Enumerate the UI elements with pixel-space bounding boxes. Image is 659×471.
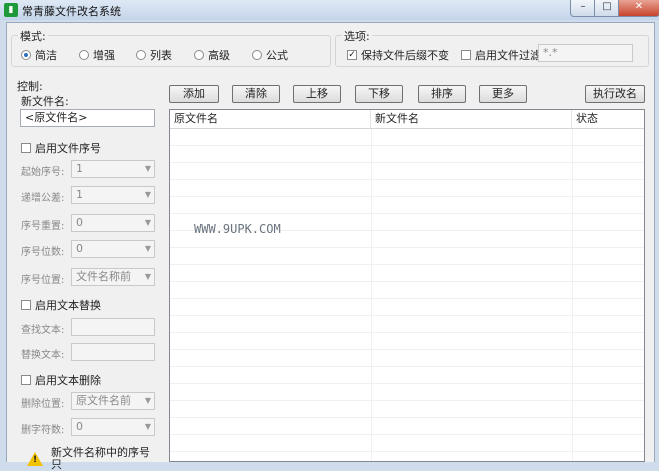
delete-pos-value: 原文件名前 — [76, 394, 131, 407]
dropdown-arrow-icon: ▼ — [144, 244, 151, 253]
file-list[interactable]: 原文件名 新文件名 状态 WWW.9UPK.COM — [169, 109, 645, 462]
mode-group-title: 模式: — [18, 28, 48, 44]
clear-button[interactable]: 清除 — [232, 85, 280, 103]
info-note: 新文件名称中的序号只 — [51, 446, 150, 471]
dropdown-arrow-icon: ▼ — [144, 190, 151, 199]
checkbox-icon — [21, 300, 31, 310]
radio-icon — [194, 50, 204, 60]
window-title: 常青藤文件改名系统 — [22, 5, 121, 18]
replace-text-input[interactable] — [71, 343, 155, 361]
find-text-label: 查找文本: — [21, 325, 65, 336]
reset-label: 序号重置: — [21, 221, 65, 232]
close-button[interactable]: ✕ — [618, 0, 659, 17]
mode-radio-enhanced[interactable]: 增强 — [79, 47, 115, 63]
move-down-button[interactable]: 下移 — [355, 85, 403, 103]
dropdown-arrow-icon: ▼ — [144, 272, 151, 281]
main-window: 模式: 简洁 增强 列表 高级 公式 选项: ✓ 保持文件后缀不变 启用文件过滤… — [6, 22, 655, 471]
step-label: 递增公差: — [21, 193, 65, 204]
radio-selected-icon — [21, 50, 31, 60]
more-button[interactable]: 更多 — [479, 85, 527, 103]
replace-label: 启用文本替换 — [35, 299, 101, 312]
list-header: 原文件名 新文件名 状态 — [170, 110, 644, 129]
step-value: 1 — [76, 188, 83, 201]
radio-icon — [252, 50, 262, 60]
checkbox-icon — [461, 50, 471, 60]
title-bar: ▮ 常青藤文件改名系统 – □ ✕ — [0, 0, 659, 20]
reset-select[interactable]: 0 ▼ — [71, 214, 155, 232]
maximize-button[interactable]: □ — [594, 0, 620, 17]
column-header-original[interactable]: 原文件名 — [170, 110, 371, 128]
minimize-button[interactable]: – — [570, 0, 596, 17]
column-divider — [572, 129, 573, 461]
seq-label: 启用文件序号 — [35, 142, 101, 155]
new-name-input[interactable]: <原文件名> — [20, 109, 155, 127]
radio-icon — [79, 50, 89, 60]
mode-radio-formula[interactable]: 公式 — [252, 47, 288, 63]
column-header-status[interactable]: 状态 — [572, 110, 644, 128]
file-filter-input[interactable]: *.* — [538, 44, 633, 62]
start-seq-label: 起始序号: — [21, 167, 65, 178]
mode-radio-advanced[interactable]: 高级 — [194, 47, 230, 63]
mode-radio-label: 列表 — [150, 49, 172, 62]
file-filter-checkbox[interactable]: 启用文件过滤 — [461, 47, 541, 63]
replace-text-label: 替换文本: — [21, 350, 65, 361]
warning-icon: ! — [27, 452, 43, 466]
watermark-text: WWW.9UPK.COM — [194, 222, 281, 236]
delete-checkbox[interactable]: 启用文本删除 — [21, 372, 101, 388]
mode-radio-label: 高级 — [208, 49, 230, 62]
delete-label: 启用文本删除 — [35, 374, 101, 387]
digits-label: 序号位数: — [21, 247, 65, 258]
move-up-button[interactable]: 上移 — [293, 85, 341, 103]
column-divider — [371, 129, 372, 461]
execute-rename-button[interactable]: 执行改名 — [585, 85, 645, 103]
checkbox-icon — [21, 375, 31, 385]
mode-radio-label: 增强 — [93, 49, 115, 62]
app-icon: ▮ — [4, 3, 18, 17]
checkbox-checked-icon: ✓ — [347, 50, 357, 60]
column-header-new[interactable]: 新文件名 — [371, 110, 572, 128]
dropdown-arrow-icon: ▼ — [144, 422, 151, 431]
file-filter-label: 启用文件过滤 — [475, 49, 541, 62]
sort-button[interactable]: 排序 — [418, 85, 466, 103]
mode-radio-label: 简洁 — [35, 49, 57, 62]
start-seq-select[interactable]: 1 ▼ — [71, 160, 155, 178]
delete-pos-select[interactable]: 原文件名前 ▼ — [71, 392, 155, 410]
keep-extension-label: 保持文件后缀不变 — [361, 49, 449, 62]
checkbox-icon — [21, 143, 31, 153]
radio-icon — [136, 50, 146, 60]
new-name-label: 新文件名: — [21, 95, 69, 108]
mode-radio-simple[interactable]: 简洁 — [21, 47, 57, 63]
dropdown-arrow-icon: ▼ — [144, 218, 151, 227]
digits-select[interactable]: 0 ▼ — [71, 240, 155, 258]
dropdown-arrow-icon: ▼ — [144, 164, 151, 173]
find-text-input[interactable] — [71, 318, 155, 336]
delete-count-label: 删字符数: — [21, 425, 65, 436]
add-button[interactable]: 添加 — [169, 85, 219, 103]
delete-count-value: 0 — [76, 420, 83, 433]
seq-pos-value: 文件名称前 — [76, 270, 131, 283]
seq-pos-select[interactable]: 文件名称前 ▼ — [71, 268, 155, 286]
control-title: 控制: — [17, 80, 43, 93]
keep-extension-checkbox[interactable]: ✓ 保持文件后缀不变 — [347, 47, 449, 63]
seq-pos-label: 序号位置: — [21, 275, 65, 286]
dropdown-arrow-icon: ▼ — [144, 396, 151, 405]
mode-radio-label: 公式 — [266, 49, 288, 62]
seq-checkbox[interactable]: 启用文件序号 — [21, 140, 101, 156]
options-group-title: 选项: — [342, 28, 372, 44]
step-select[interactable]: 1 ▼ — [71, 186, 155, 204]
mode-radio-list[interactable]: 列表 — [136, 47, 172, 63]
replace-checkbox[interactable]: 启用文本替换 — [21, 297, 101, 313]
reset-value: 0 — [76, 216, 83, 229]
delete-count-select[interactable]: 0 ▼ — [71, 418, 155, 436]
digits-value: 0 — [76, 242, 83, 255]
start-seq-value: 1 — [76, 162, 83, 175]
delete-pos-label: 删除位置: — [21, 399, 65, 410]
